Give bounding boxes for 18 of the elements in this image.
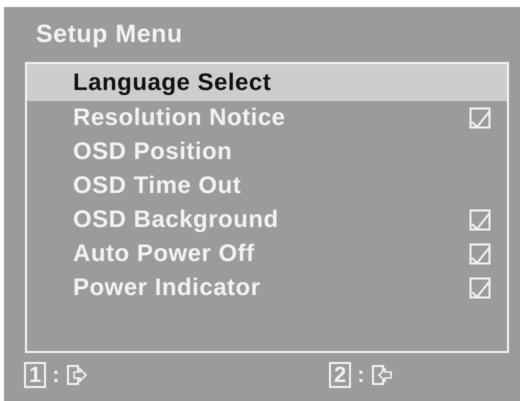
menu-item[interactable]: OSD Background (27, 203, 507, 237)
menu-title: Setup Menu (36, 19, 183, 49)
submenu-item[interactable]: OSD Position (27, 135, 507, 169)
checkbox[interactable] (469, 107, 491, 129)
submenu-item[interactable]: Language Select (27, 64, 507, 101)
menu-item[interactable]: Auto Power Off (27, 237, 507, 271)
menu-item[interactable]: Power Indicator (27, 271, 507, 305)
submenu-item[interactable]: OSD Time Out (27, 169, 507, 203)
checkbox[interactable] (469, 277, 491, 299)
checkbox[interactable] (469, 243, 491, 265)
checkbox[interactable] (469, 209, 491, 231)
door-arrow-in-icon (370, 364, 393, 386)
key-label: 1 (24, 362, 46, 388)
door-arrow-out-icon (66, 364, 88, 386)
separator: : (357, 364, 365, 386)
menu-item[interactable]: Resolution Notice (27, 101, 507, 135)
separator: : (52, 364, 60, 386)
key-label: 2 (329, 362, 352, 388)
